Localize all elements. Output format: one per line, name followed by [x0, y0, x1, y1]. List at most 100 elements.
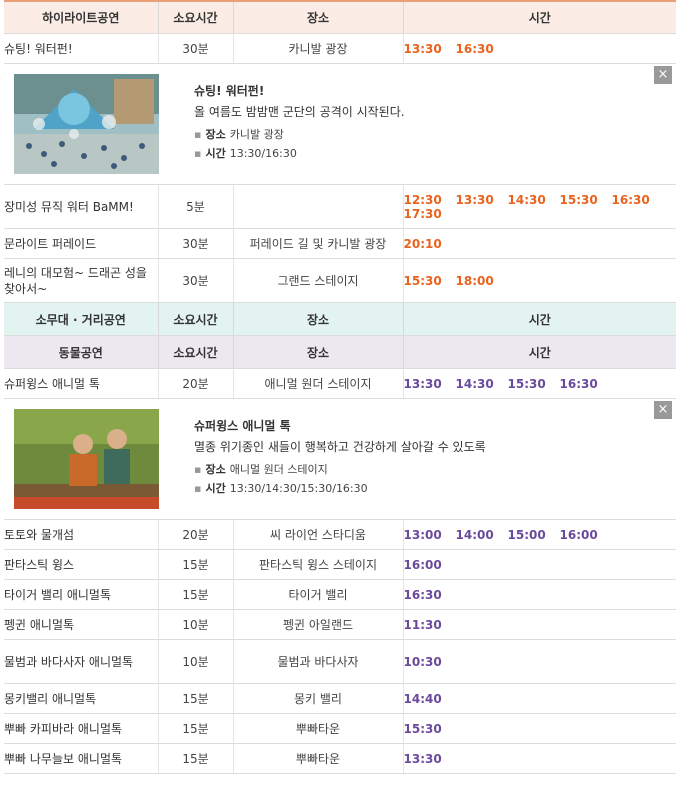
table-row[interactable]: 문라이트 퍼레이드 30분 퍼레이드 길 및 카니발 광장 20:10 — [4, 228, 676, 259]
detail-box: 슈퍼윙스 애니멀 톡멸종 위기종인 새들이 행복하고 건강하게 살아갈 수 있도… — [4, 399, 676, 519]
close-icon[interactable]: × — [654, 66, 672, 84]
show-name[interactable]: 판타스틱 윙스 — [4, 549, 158, 580]
water-show-image-icon — [14, 74, 159, 174]
show-times: 15:30 — [402, 713, 676, 744]
detail-cell: 슈퍼윙스 애니멀 톡멸종 위기종인 새들이 행복하고 건강하게 살아갈 수 있도… — [4, 398, 676, 520]
table-row[interactable]: 타이거 밸리 애니멀톡 15분 타이거 밸리 16:30 — [4, 579, 676, 610]
show-name[interactable]: 몽키밸리 애니멀톡 — [4, 683, 158, 714]
show-duration: 20분 — [157, 519, 233, 550]
time-slot: 16:00 — [559, 527, 598, 542]
show-name[interactable]: 뿌빠 카피바라 애니멀톡 — [4, 713, 158, 744]
show-place: 뿌빠타운 — [232, 713, 403, 744]
detail-description: 멸종 위기종인 새들이 행복하고 건강하게 살아갈 수 있도록 — [194, 440, 486, 454]
time-slot: 15:30 — [507, 376, 546, 391]
table-row[interactable]: 슈팅! 워터펀! 30분 카니발 광장 13:30 16:30 — [4, 33, 676, 64]
show-place: 그랜드 스테이지 — [232, 258, 403, 303]
show-duration: 15분 — [157, 713, 233, 744]
bullet-icon: ▪ — [194, 482, 202, 495]
time-slot: 20:10 — [403, 236, 442, 251]
header-place: 장소 — [232, 0, 403, 34]
time-slot: 10:30 — [403, 654, 442, 669]
table-row[interactable]: 물범과 바다사자 애니멀톡 10분 물범과 바다사자 10:30 — [4, 639, 676, 684]
time-slot: 15:30 — [403, 721, 442, 736]
close-icon[interactable]: × — [654, 401, 672, 419]
time-slot: 13:30 — [403, 376, 442, 391]
header-category: 소무대 · 거리공연 — [4, 302, 158, 336]
show-times: 13:30 16:30 — [402, 33, 676, 64]
detail-title: 슈퍼윙스 애니멀 톡 — [194, 419, 291, 433]
table-row[interactable]: 슈퍼윙스 애니멀 톡 20분 애니멀 원더 스테이지 13:30 14:30 15:30 1… — [4, 368, 676, 399]
show-times: 12:30 13:30 14:30 15:30 16:30 17:30 — [402, 184, 676, 229]
schedule-container: 하이라이트공연 소요시간 장소 시간 슈팅! 워터펀! 30분 카니발 광장 13:30 16:… — [4, 0, 680, 774]
time-slot: 12:30 — [403, 192, 442, 207]
table-row[interactable]: 토토와 물개섬 20분 씨 라이언 스타디움 13:00 14:00 15:00 16:00 — [4, 519, 676, 550]
section-header-row: 하이라이트공연 소요시간 장소 시간 — [4, 0, 676, 34]
show-name[interactable]: 장미성 뮤직 워터 BaMM! — [4, 184, 158, 229]
show-times: 13:00 14:00 15:00 16:00 — [402, 519, 676, 550]
show-name[interactable]: 타이거 밸리 애니멀톡 — [4, 579, 158, 610]
time-slot: 13:30 — [403, 751, 442, 766]
show-name[interactable]: 토토와 물개섬 — [4, 519, 158, 550]
show-place: 몽키 밸리 — [232, 683, 403, 714]
section-header-row: 소무대 · 거리공연 소요시간 장소 시간 — [4, 302, 676, 336]
show-duration: 10분 — [157, 609, 233, 640]
show-duration: 20분 — [157, 368, 233, 399]
time-slot: 15:00 — [507, 527, 546, 542]
show-times: 10:30 — [402, 639, 676, 684]
show-times: 20:10 — [402, 228, 676, 259]
show-name[interactable]: 펭귄 애니멀톡 — [4, 609, 158, 640]
animal-show-image-icon — [14, 409, 159, 509]
detail-box: 슈팅! 워터펀! 올 여름도 밤밤맨 군단의 공격이 시작된다. ▪ 장소 카니발 광장… — [4, 64, 676, 184]
show-times: 11:30 — [402, 609, 676, 640]
show-place: 애니멀 원더 스테이지 — [232, 368, 403, 399]
detail-time-value: 13:30/14:30/15:30/16:30 — [229, 482, 368, 495]
show-place — [232, 184, 403, 229]
schedule-table: 하이라이트공연 소요시간 장소 시간 슈팅! 워터펀! 30분 카니발 광장 13:30 16:… — [4, 0, 676, 774]
time-slot: 14:00 — [455, 527, 494, 542]
show-duration: 15분 — [157, 579, 233, 610]
show-name[interactable]: 뿌빠 나무늘보 애니멀톡 — [4, 743, 158, 774]
show-place: 물범과 바다사자 — [232, 639, 403, 684]
show-name[interactable]: 슈퍼윙스 애니멀 톡 — [4, 368, 158, 399]
show-name[interactable]: 레니의 대모험~ 드래곤 성을 찾아서~ — [4, 258, 158, 303]
table-row[interactable]: 장미성 뮤직 워터 BaMM! 5분 12:30 13:30 14:30 15:30 16:… — [4, 184, 676, 229]
bullet-icon: ▪ — [194, 463, 202, 476]
time-slot: 18:00 — [455, 273, 494, 288]
table-row[interactable]: 뿌빠 나무늘보 애니멀톡 15분 뿌빠타운 13:30 — [4, 743, 676, 774]
show-times: 13:30 — [402, 743, 676, 774]
header-time: 시간 — [402, 302, 676, 336]
show-name[interactable]: 물범과 바다사자 애니멀톡 — [4, 639, 158, 684]
detail-cell: 슈팅! 워터펀! 올 여름도 밤밤맨 군단의 공격이 시작된다. ▪ 장소 카니발 광장… — [4, 63, 676, 185]
table-row[interactable]: 판타스틱 윙스 15분 판타스틱 윙스 스테이지 16:00 — [4, 549, 676, 580]
time-slot: 17:30 — [403, 206, 442, 221]
table-row[interactable]: 뿌빠 카피바라 애니멀톡 15분 뿌빠타운 15:30 — [4, 713, 676, 744]
table-row[interactable]: 레니의 대모험~ 드래곤 성을 찾아서~ 30분 그랜드 스테이지 15:30 18:0… — [4, 258, 676, 303]
table-row[interactable]: 펭귄 애니멀톡 10분 펭귄 아일랜드 11:30 — [4, 609, 676, 640]
show-times: 14:40 — [402, 683, 676, 714]
time-slot: 11:30 — [403, 617, 442, 632]
show-duration: 5분 — [157, 184, 233, 229]
time-slot: 13:30 — [403, 41, 442, 56]
header-place: 장소 — [232, 335, 403, 369]
detail-place-value: 카니발 광장 — [229, 128, 284, 141]
time-slot: 13:00 — [403, 527, 442, 542]
table-row[interactable]: 몽키밸리 애니멀톡 15분 몽키 밸리 14:40 — [4, 683, 676, 714]
show-place: 뿌빠타운 — [232, 743, 403, 774]
show-place: 타이거 밸리 — [232, 579, 403, 610]
time-slot: 16:30 — [455, 41, 494, 56]
time-slot: 14:30 — [507, 192, 546, 207]
header-category: 하이라이트공연 — [4, 0, 158, 34]
detail-time-label: 시간 — [205, 147, 226, 160]
detail-row: 슈팅! 워터펀! 올 여름도 밤밤맨 군단의 공격이 시작된다. ▪ 장소 카니발 광장… — [4, 63, 676, 185]
show-duration: 10분 — [157, 639, 233, 684]
show-duration: 15분 — [157, 743, 233, 774]
show-place: 판타스틱 윙스 스테이지 — [232, 549, 403, 580]
show-name[interactable]: 문라이트 퍼레이드 — [4, 228, 158, 259]
time-slot: 16:30 — [611, 192, 650, 207]
time-slot: 15:30 — [559, 192, 598, 207]
show-name[interactable]: 슈팅! 워터펀! — [4, 33, 158, 64]
header-place: 장소 — [232, 302, 403, 336]
show-times: 15:30 18:00 — [402, 258, 676, 303]
header-duration: 소요시간 — [157, 0, 233, 34]
detail-text: 슈퍼윙스 애니멀 톡멸종 위기종인 새들이 행복하고 건강하게 살아갈 수 있도… — [194, 417, 486, 496]
